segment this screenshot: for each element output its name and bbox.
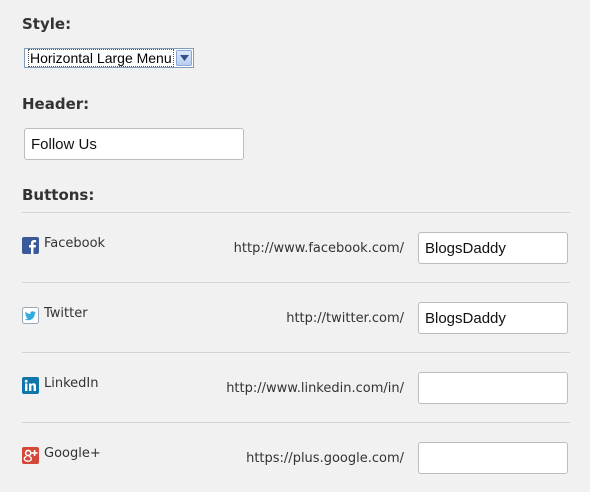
chevron-down-icon[interactable] xyxy=(176,50,192,66)
buttons-label: Buttons: xyxy=(22,186,95,204)
url-prefix: http://www.facebook.com/ xyxy=(233,241,404,256)
twitter-icon xyxy=(22,307,39,324)
url-prefix: http://www.linkedin.com/in/ xyxy=(226,381,404,396)
button-row-linkedin: LinkedIn http://www.linkedin.com/in/ xyxy=(0,352,590,422)
google-plus-icon xyxy=(22,447,39,464)
google-plus-username-input[interactable] xyxy=(418,442,568,474)
button-name: Google+ xyxy=(44,446,101,461)
button-name: Twitter xyxy=(44,306,88,321)
button-row-twitter: Twitter http://twitter.com/ xyxy=(0,282,590,352)
facebook-icon xyxy=(22,237,39,254)
style-select-value: Horizontal Large Menu xyxy=(28,49,174,67)
linkedin-username-input[interactable] xyxy=(418,372,568,404)
button-name: LinkedIn xyxy=(44,376,99,391)
linkedin-icon xyxy=(22,377,39,394)
button-row-facebook: Facebook http://www.facebook.com/ xyxy=(0,212,590,282)
facebook-username-input[interactable] xyxy=(418,232,568,264)
style-label: Style: xyxy=(22,15,72,33)
style-select[interactable]: Horizontal Large Menu xyxy=(24,48,194,68)
button-name: Facebook xyxy=(44,236,106,251)
header-input[interactable] xyxy=(24,128,244,160)
url-prefix: https://plus.google.com/ xyxy=(246,451,404,466)
twitter-username-input[interactable] xyxy=(418,302,568,334)
header-label: Header: xyxy=(22,95,90,113)
url-prefix: http://twitter.com/ xyxy=(286,311,404,326)
button-row-google-plus: Google+ https://plus.google.com/ xyxy=(0,422,590,492)
